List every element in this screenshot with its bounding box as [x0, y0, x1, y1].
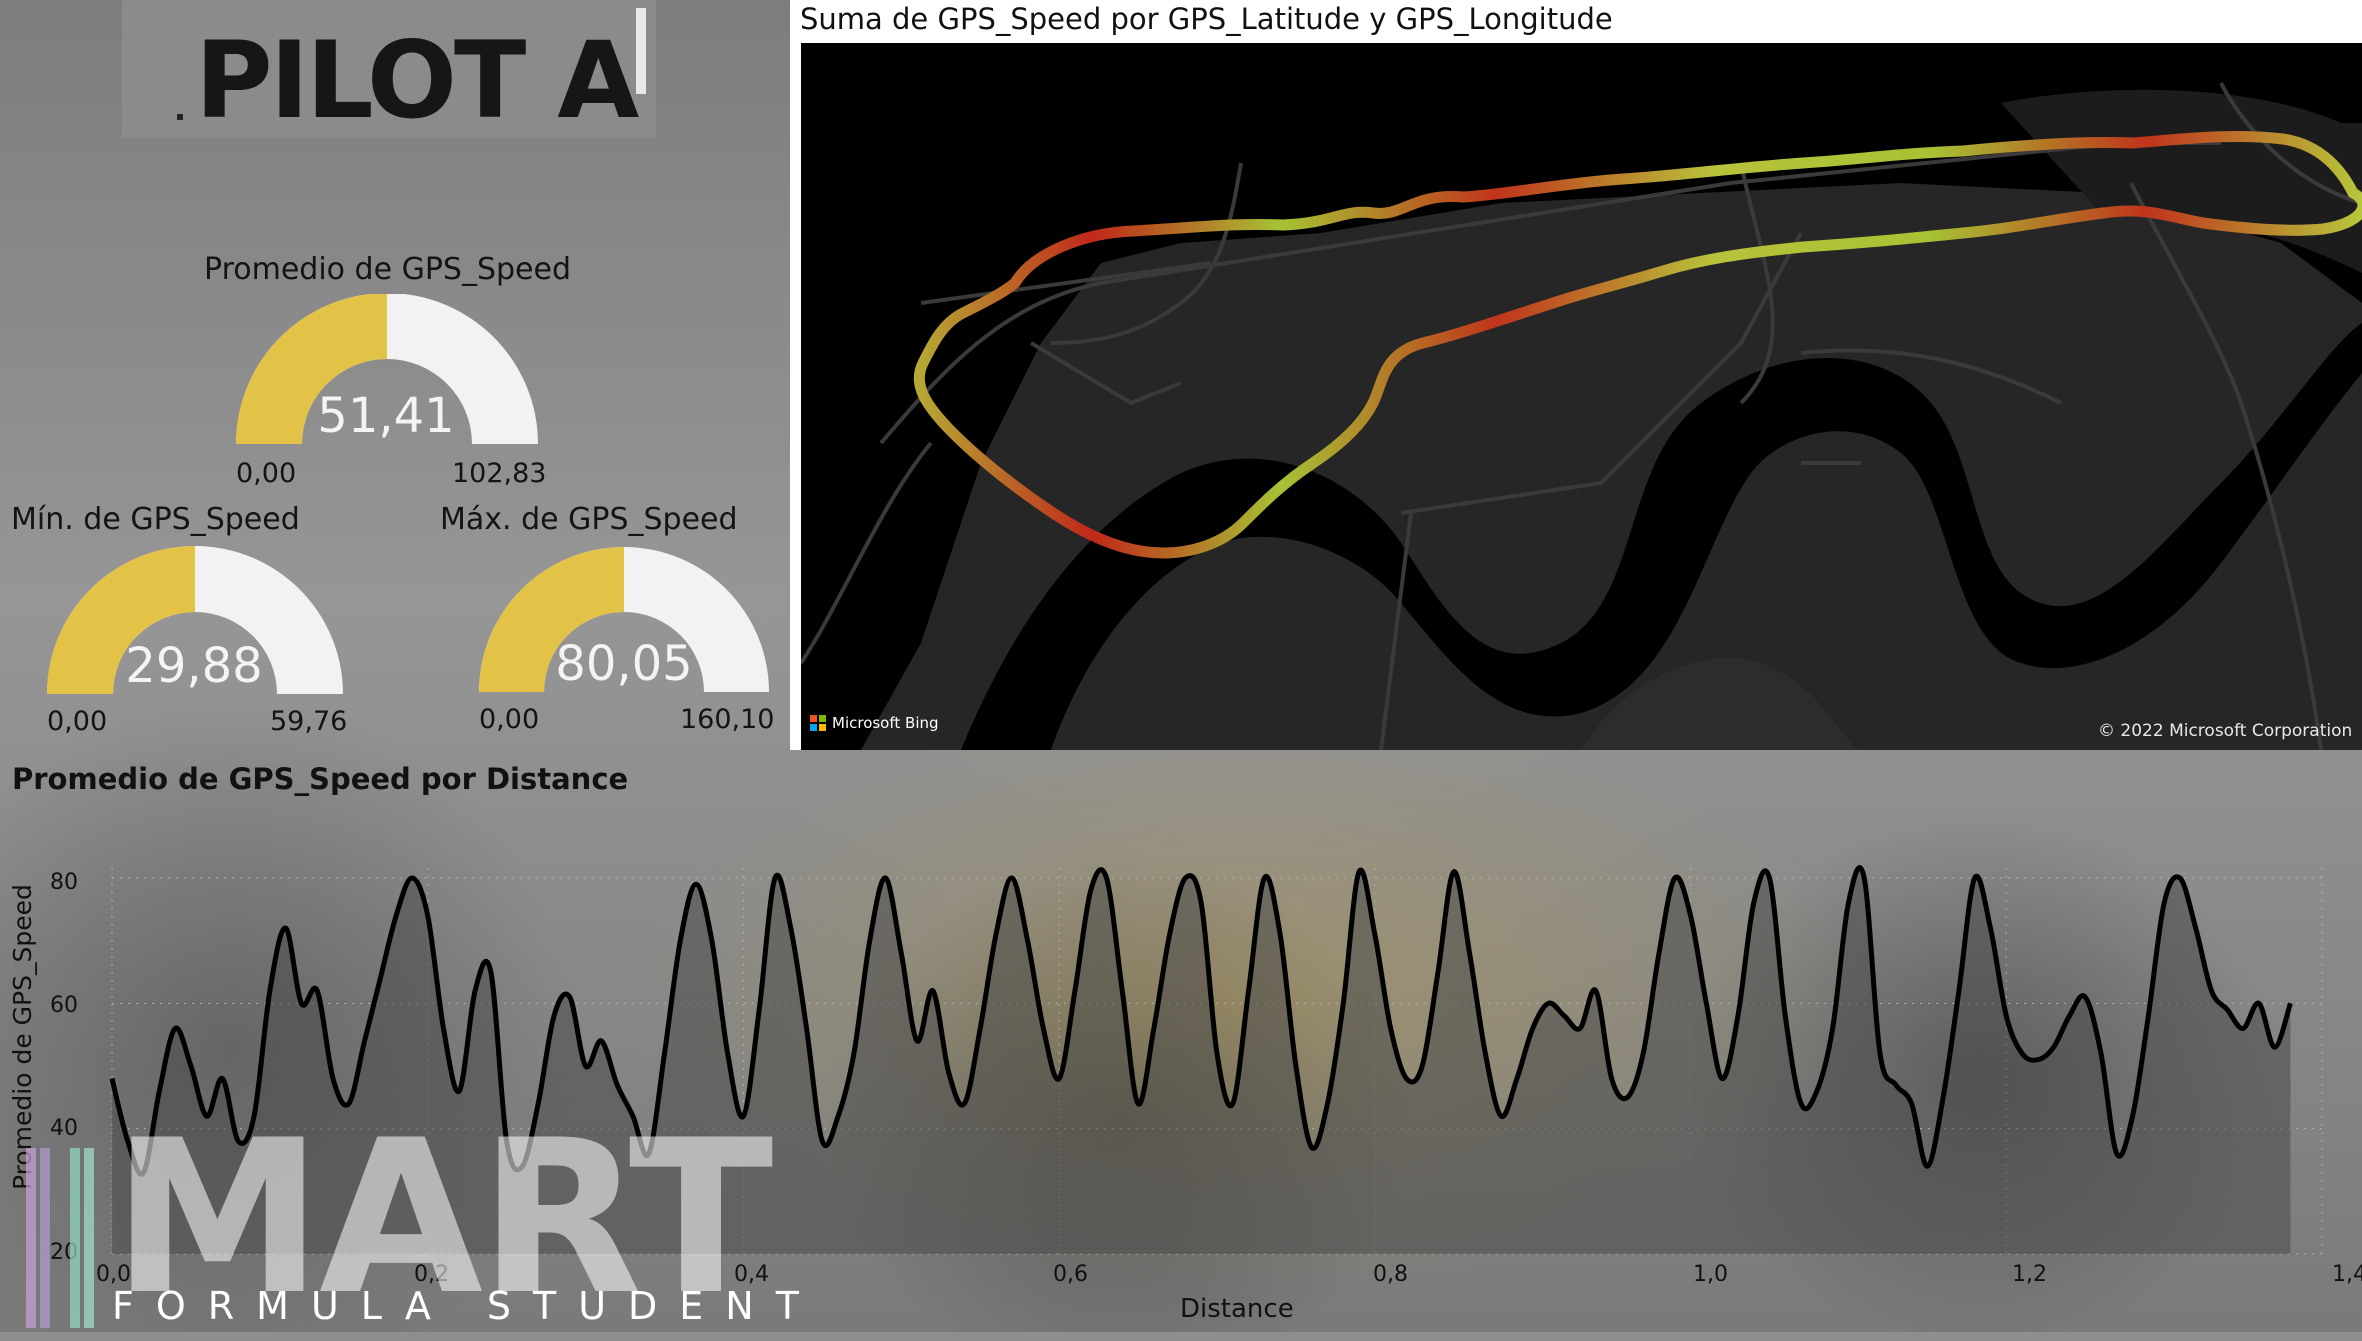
logo-stripes-icon: [26, 1148, 94, 1328]
brand-subtitle: FORMULA STUDENT: [112, 1284, 821, 1328]
